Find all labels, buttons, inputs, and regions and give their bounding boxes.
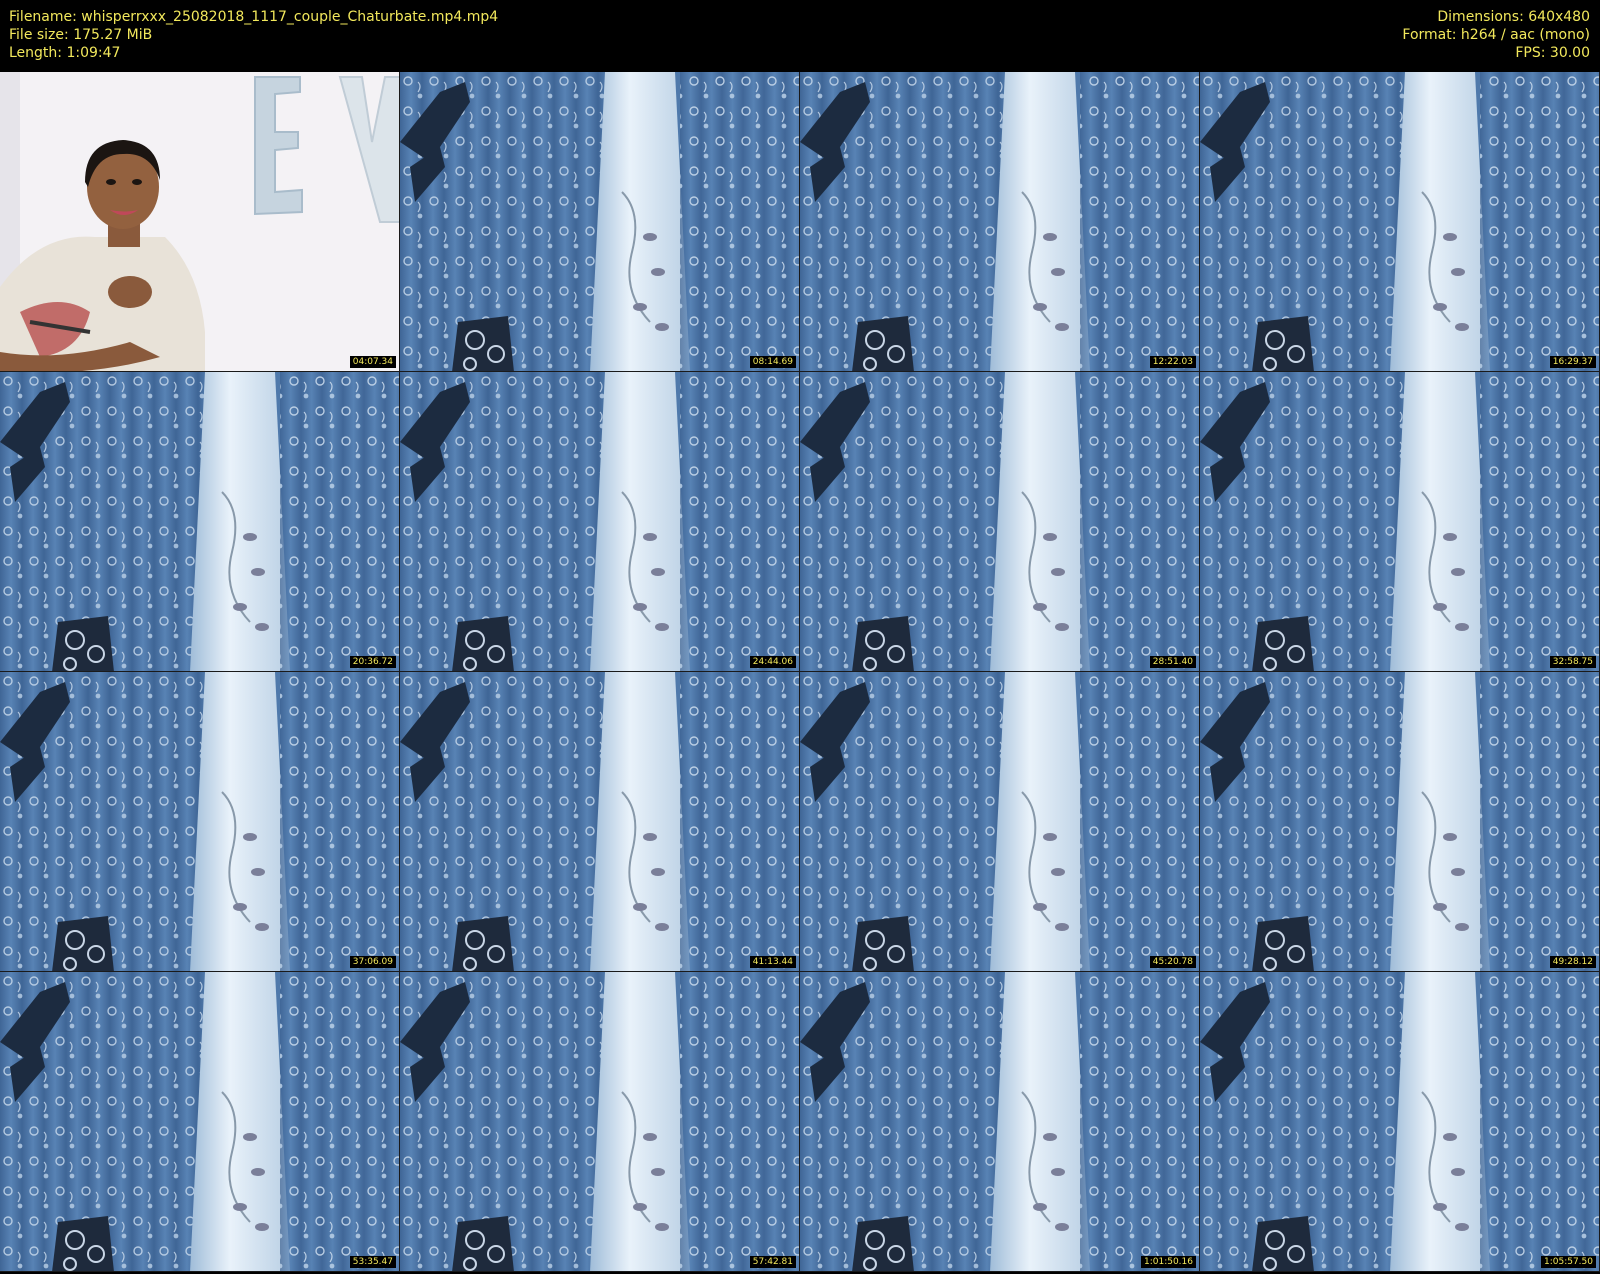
timestamp-label: 08:14.69 [749,356,796,368]
timestamp-label: 28:51.40 [1149,656,1196,668]
timestamp-label: 1:05:57.50 [1540,1256,1596,1268]
timestamp-label: 20:36.72 [349,656,396,668]
thumbnail-frame: 57:42.81 [400,972,800,1272]
curtain-scene-image [800,72,1199,371]
thumbnail-frame: 41:13.44 [400,672,800,972]
fps-text: FPS: 30.00 [1515,45,1590,61]
timestamp-label: 24:44.06 [749,656,796,668]
thumbnail-frame: 37:06.09 [0,672,400,972]
curtain-scene-image [1200,372,1599,671]
thumbnail-frame: 12:22.03 [800,72,1200,372]
thumbnail-frame: 04:07.34 [0,72,400,372]
timestamp-label: 53:35.47 [349,1256,396,1268]
timestamp-label: 32:58.75 [1549,656,1596,668]
file-size-text: File size: 175.27 MiB [9,27,153,43]
curtain-scene-image [1200,672,1599,971]
timestamp-label: 1:01:50.16 [1140,1256,1196,1268]
thumbnail-grid: 04:07.34 08:14.69 12:22.03 16:29.37 20:36.72… [0,72,1600,1274]
timestamp-label: 12:22.03 [1149,356,1196,368]
timestamp-label: 16:29.37 [1549,356,1596,368]
curtain-scene-image [400,972,799,1271]
timestamp-label: 57:42.81 [749,1256,796,1268]
timestamp-label: 49:28.12 [1549,956,1596,968]
file-info: Filename: whisperrxxx_25082018_1117_coup… [9,8,498,62]
thumbnail-frame: 49:28.12 [1200,672,1600,972]
timestamp-label: 37:06.09 [349,956,396,968]
thumbnail-frame: 1:01:50.16 [800,972,1200,1272]
thumbnail-frame: 20:36.72 [0,372,400,672]
info-header: Filename: whisperrxxx_25082018_1117_coup… [0,0,1600,72]
thumbnail-frame: 24:44.06 [400,372,800,672]
thumbnail-frame: 28:51.40 [800,372,1200,672]
thumbnail-frame: 08:14.69 [400,72,800,372]
curtain-scene-image [0,972,399,1271]
curtain-scene-image [800,972,1199,1271]
length-text: Length: 1:09:47 [9,45,121,61]
thumbnail-frame: 32:58.75 [1200,372,1600,672]
curtain-scene-image [400,672,799,971]
curtain-scene-image [400,72,799,371]
person-scene-image [0,72,399,371]
thumbnail-frame: 45:20.78 [800,672,1200,972]
curtain-scene-image [1200,972,1599,1271]
thumbnail-frame: 16:29.37 [1200,72,1600,372]
format-text: Format: h264 / aac (mono) [1402,27,1590,43]
timestamp-label: 41:13.44 [749,956,796,968]
timestamp-label: 45:20.78 [1149,956,1196,968]
curtain-scene-image [400,372,799,671]
curtain-scene-image [1200,72,1599,371]
curtain-scene-image [800,672,1199,971]
curtain-scene-image [800,372,1199,671]
thumbnail-frame: 53:35.47 [0,972,400,1272]
timestamp-label: 04:07.34 [349,356,396,368]
dimensions-text: Dimensions: 640x480 [1437,9,1590,25]
curtain-scene-image [0,672,399,971]
stream-info: Dimensions: 640x480 Format: h264 / aac (… [1402,8,1590,62]
curtain-scene-image [0,372,399,671]
filename-text: Filename: whisperrxxx_25082018_1117_coup… [9,9,499,25]
thumbnail-frame: 1:05:57.50 [1200,972,1600,1272]
